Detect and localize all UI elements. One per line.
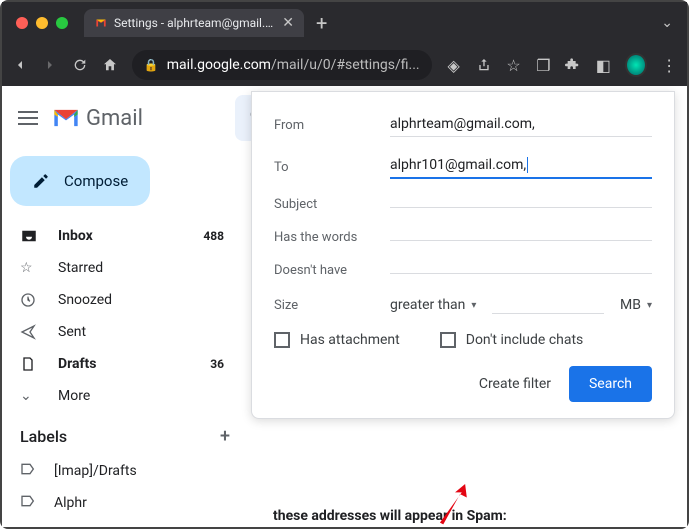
send-icon (20, 324, 40, 340)
chevron-down-icon: ⌄ (20, 388, 40, 404)
nav-label: Sent (58, 324, 86, 340)
compose-button[interactable]: Compose (10, 156, 150, 206)
subject-input[interactable] (390, 201, 652, 208)
gmail-logo[interactable]: Gmail (52, 106, 143, 131)
size-label: Size (274, 298, 390, 313)
reload-button[interactable] (72, 56, 88, 74)
gmail-favicon-icon (94, 16, 108, 30)
profile-avatar[interactable] (625, 53, 647, 77)
nav-badge: 488 (203, 229, 224, 243)
label-text: [Imap]/Drafts (54, 463, 137, 479)
labels-heading: Labels (20, 427, 67, 446)
nav-starred[interactable]: ☆ Starred (2, 252, 248, 284)
checkbox-icon (440, 332, 456, 348)
label-text: Alphr (54, 495, 87, 511)
has-attachment-checkbox[interactable]: Has attachment (274, 332, 400, 348)
from-label: From (274, 118, 390, 133)
from-input[interactable]: alphrteam@gmail.com, (390, 114, 652, 137)
tab-title: Settings - alphrteam@gmail.co (114, 16, 276, 30)
forward-button[interactable] (42, 56, 58, 74)
star-icon[interactable]: ☆ (506, 56, 522, 74)
label-item[interactable]: Alphr (2, 487, 248, 519)
create-filter-button[interactable]: Create filter (479, 376, 551, 392)
nav-label: Inbox (58, 228, 93, 244)
clock-icon (20, 292, 40, 308)
to-input[interactable]: alphr101@gmail.com, (390, 155, 652, 179)
sidepanel-icon[interactable]: ◧ (595, 56, 611, 74)
main-menu-button[interactable] (18, 111, 38, 125)
has-words-input[interactable] (390, 234, 652, 241)
pencil-icon (32, 172, 50, 190)
window-traffic-lights[interactable] (16, 17, 68, 29)
eye-icon[interactable]: ◈ (446, 56, 462, 74)
search-button[interactable]: Search (569, 366, 652, 402)
url-path: /mail/u/0/#settings/fi... (271, 57, 420, 73)
extensions-icon[interactable] (565, 56, 581, 74)
star-outline-icon: ☆ (20, 260, 40, 276)
label-item[interactable]: [Imap]/Drafts (2, 455, 248, 487)
url-host: mail.google.com (167, 57, 271, 73)
has-words-label: Has the words (274, 230, 390, 245)
size-operator-select[interactable]: greater than▾ (390, 297, 476, 313)
text-cursor (527, 157, 528, 173)
file-icon (20, 356, 40, 372)
add-label-button[interactable]: + (220, 426, 230, 447)
gmail-logo-text: Gmail (86, 106, 143, 131)
to-label: To (274, 160, 390, 175)
caret-down-icon: ▾ (471, 300, 476, 311)
compose-label: Compose (64, 172, 128, 190)
lock-icon: 🔒 (144, 58, 159, 72)
inbox-icon (20, 227, 40, 245)
nav-label: Starred (58, 260, 103, 276)
size-value-input[interactable] (492, 296, 604, 314)
doesnt-have-label: Doesn't have (274, 263, 390, 278)
home-button[interactable] (102, 56, 118, 74)
tab-dropdown-icon[interactable]: ⌄ (661, 15, 673, 31)
share-icon[interactable] (476, 56, 492, 74)
tabs-icon[interactable]: ❐ (535, 56, 551, 74)
back-button[interactable] (12, 56, 28, 74)
address-bar[interactable]: 🔒 mail.google.com/mail/u/0/#settings/fi.… (132, 50, 432, 80)
nav-label: Drafts (58, 356, 96, 372)
gmail-logo-icon (52, 107, 80, 129)
close-tab-icon[interactable]: ✕ (282, 15, 294, 31)
subject-label: Subject (274, 197, 390, 212)
spam-info-text: these addresses will appear in Spam: (273, 508, 507, 524)
browser-menu-icon[interactable]: ⋮ (661, 56, 677, 74)
caret-down-icon: ▾ (647, 300, 652, 311)
filter-panel: From alphrteam@gmail.com, To alphr101@gm… (251, 91, 675, 419)
checkbox-icon (274, 332, 290, 348)
nav-snoozed[interactable]: Snoozed (2, 284, 248, 316)
minimize-window-dot[interactable] (36, 17, 48, 29)
close-window-dot[interactable] (16, 17, 28, 29)
nav-sent[interactable]: Sent (2, 316, 248, 348)
browser-tab[interactable]: Settings - alphrteam@gmail.co ✕ (84, 9, 304, 37)
doesnt-have-input[interactable] (390, 267, 652, 274)
nav-badge: 36 (210, 357, 224, 371)
nav-label: More (58, 388, 90, 404)
maximize-window-dot[interactable] (56, 17, 68, 29)
no-chats-checkbox[interactable]: Don't include chats (440, 332, 584, 348)
size-unit-select[interactable]: MB▾ (620, 297, 652, 313)
nav-drafts[interactable]: Drafts 36 (2, 348, 248, 380)
nav-label: Snoozed (58, 292, 112, 308)
new-tab-button[interactable]: + (316, 11, 327, 35)
label-tag-icon (20, 461, 36, 481)
label-tag-icon (20, 493, 36, 513)
nav-inbox[interactable]: Inbox 488 (2, 220, 248, 252)
nav-more[interactable]: ⌄ More (2, 380, 248, 412)
